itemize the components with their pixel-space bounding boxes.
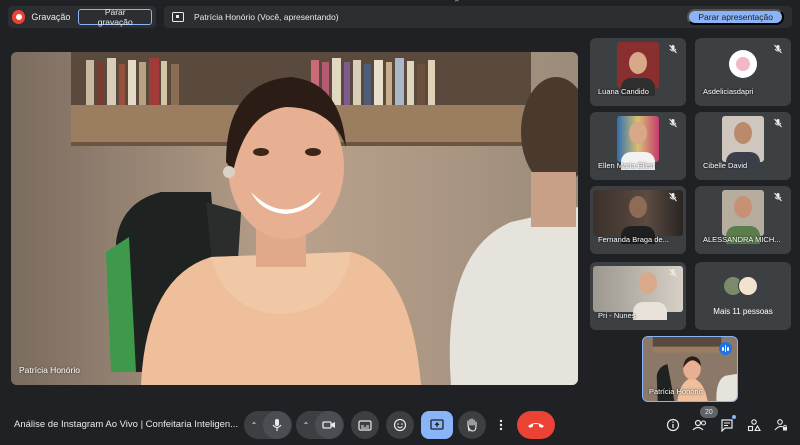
- lock-person-icon: [774, 419, 787, 431]
- participant-tile[interactable]: Fernanda Braga de...: [590, 186, 686, 254]
- chevron-up-icon[interactable]: ⌃: [297, 421, 315, 430]
- meeting-title: Análise de Instagram Ao Vivo | Confeitar…: [14, 419, 239, 430]
- participant-face: [734, 122, 752, 144]
- people-icon: [692, 419, 707, 431]
- main-video-name: Patrícia Honório: [19, 365, 80, 375]
- mic-off-icon: [774, 118, 782, 128]
- mic-off-icon: [774, 192, 782, 202]
- microphone-button[interactable]: [263, 411, 291, 439]
- participant-name: Ellen Maria Ellen: [598, 161, 655, 170]
- activities-icon: [747, 419, 761, 432]
- microphone-control[interactable]: ⌃: [244, 411, 292, 439]
- mic-off-icon: [669, 118, 677, 128]
- participant-name: Asdeliciasdapri: [703, 87, 754, 96]
- presenting-banner: Patrícia Honório (Você, apresentando) Pa…: [164, 6, 792, 28]
- hand-icon: [467, 418, 477, 432]
- more-options-button[interactable]: [491, 411, 511, 439]
- mic-off-icon: [669, 192, 677, 202]
- present-screen-icon: [172, 12, 184, 22]
- mic-off-icon: [669, 44, 677, 54]
- hang-up-icon: [528, 423, 544, 428]
- avatar: [738, 276, 758, 296]
- presenting-text: Patrícia Honório (Você, apresentando): [194, 12, 339, 22]
- emoji-icon: [393, 418, 407, 432]
- participant-face: [629, 122, 647, 144]
- participant-tile[interactable]: ALESSANDRA MICH...: [695, 186, 791, 254]
- self-view-tile[interactable]: Patrícia Honório: [642, 336, 738, 402]
- recording-indicator: Gravação Parar gravação: [8, 6, 156, 28]
- participant-face: [734, 196, 752, 218]
- activities-button[interactable]: [745, 416, 763, 434]
- captions-icon: [358, 419, 372, 431]
- camera-button[interactable]: [315, 411, 343, 439]
- present-screen-icon: [430, 419, 444, 430]
- participant-body: [632, 302, 667, 320]
- present-button[interactable]: [421, 411, 453, 439]
- participant-avatar: [729, 50, 757, 78]
- camera-icon: [322, 421, 335, 429]
- participant-name: Fernanda Braga de...: [598, 235, 669, 244]
- people-button[interactable]: [691, 416, 709, 434]
- more-vert-icon: [499, 419, 503, 431]
- recording-icon: [12, 10, 26, 24]
- host-controls-button[interactable]: [772, 416, 790, 434]
- participant-tile[interactable]: Ellen Maria Ellen: [590, 112, 686, 180]
- mic-off-icon: [669, 268, 677, 278]
- participant-face: [629, 196, 647, 218]
- participant-face: [629, 52, 647, 74]
- raise-hand-button[interactable]: [458, 411, 486, 439]
- participant-name: ALESSANDRA MICH...: [703, 235, 781, 244]
- recording-label: Gravação: [31, 12, 71, 22]
- participant-name: Cibelle David: [703, 161, 748, 170]
- more-people-avatars: [723, 276, 758, 296]
- chevron-up-icon[interactable]: ⌃: [245, 421, 263, 430]
- participant-name: Luana Candido: [598, 87, 649, 96]
- mic-off-icon: [774, 44, 782, 54]
- chat-button[interactable]: [718, 416, 736, 434]
- more-people-tile[interactable]: Mais 11 pessoas: [695, 262, 791, 330]
- info-icon: [666, 418, 680, 432]
- stop-recording-button[interactable]: Parar gravação: [78, 7, 152, 27]
- captions-button[interactable]: [351, 411, 379, 439]
- participant-tile[interactable]: Cibelle David: [695, 112, 791, 180]
- participant-name: Pri - Nunes: [598, 311, 636, 320]
- chat-icon: [721, 419, 733, 432]
- stop-presenting-button[interactable]: Parar apresentação: [687, 9, 784, 25]
- main-video-image: [11, 52, 578, 385]
- leave-call-button[interactable]: [517, 411, 555, 439]
- meeting-details-button[interactable]: [664, 416, 682, 434]
- participant-tile[interactable]: Luana Candido: [590, 38, 686, 106]
- microphone-icon: [272, 419, 282, 431]
- participant-face: [638, 272, 657, 294]
- self-view-name: Patrícia Honório: [649, 387, 703, 396]
- speaking-indicator-icon: [719, 342, 732, 355]
- participant-tile[interactable]: Asdeliciasdapri: [695, 38, 791, 106]
- participant-tile[interactable]: Pri - Nunes: [590, 262, 686, 330]
- more-people-label: Mais 11 pessoas: [713, 307, 773, 316]
- camera-control[interactable]: ⌃: [296, 411, 344, 439]
- main-video-feed[interactable]: Patrícia Honório: [11, 52, 578, 385]
- reactions-button[interactable]: [386, 411, 414, 439]
